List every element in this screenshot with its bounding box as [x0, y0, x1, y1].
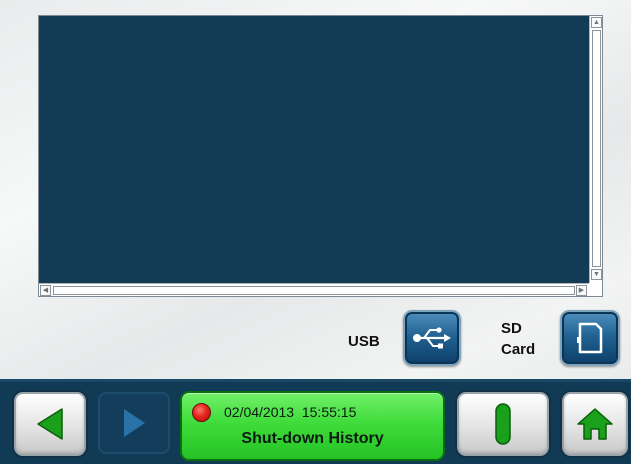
- sd-card-label-line1: SD: [501, 320, 522, 337]
- status-datetime: 02/04/2013 15:55:15: [224, 404, 356, 420]
- vertical-scroll-thumb[interactable]: [592, 30, 601, 267]
- sd-card-icon: [577, 322, 603, 354]
- scroll-down-button[interactable]: ▼: [591, 269, 602, 280]
- usb-icon: [413, 327, 451, 349]
- status-panel: 02/04/2013 15:55:15 Shut-down History: [180, 391, 445, 461]
- forward-button[interactable]: [98, 392, 170, 454]
- scroll-corner: [589, 283, 602, 296]
- usb-export-button[interactable]: [403, 310, 461, 366]
- sd-card-label-line2: Card: [501, 341, 536, 358]
- scroll-down-icon: ▼: [593, 271, 600, 278]
- back-button[interactable]: [14, 392, 86, 456]
- forward-arrow-icon: [124, 409, 145, 437]
- status-time: 15:55:15: [301, 404, 357, 420]
- back-arrow-icon: [37, 408, 63, 440]
- page-title: Shut-down History: [241, 430, 384, 447]
- horizontal-scrollbar[interactable]: ◀ ▶: [39, 283, 589, 296]
- scroll-left-button[interactable]: ◀: [40, 285, 51, 296]
- home-icon: [577, 408, 613, 440]
- scroll-up-button[interactable]: ▲: [591, 17, 602, 28]
- bottom-bar-divider: [0, 379, 631, 382]
- scroll-right-button[interactable]: ▶: [576, 285, 587, 296]
- alarm-indicator: [192, 403, 211, 422]
- status-date: 02/04/2013: [224, 404, 295, 420]
- scroll-left-icon: ◀: [42, 287, 49, 294]
- vertical-scrollbar[interactable]: ▲ ▼: [589, 16, 602, 283]
- start-bar-icon: [495, 403, 511, 445]
- start-button[interactable]: [457, 392, 549, 456]
- horizontal-scroll-thumb[interactable]: [53, 286, 575, 295]
- sd-card-export-button[interactable]: [560, 310, 620, 366]
- home-button[interactable]: [562, 392, 628, 456]
- scroll-up-icon: ▲: [593, 19, 600, 26]
- shutdown-history-screen: ▲ ▼ ◀ ▶ USB SD Card 02/04/2013 15:55:15 …: [0, 0, 631, 464]
- history-log-list[interactable]: [39, 16, 589, 283]
- usb-label: USB: [348, 333, 380, 350]
- history-log-panel: ▲ ▼ ◀ ▶: [38, 15, 603, 297]
- scroll-right-icon: ▶: [578, 287, 585, 294]
